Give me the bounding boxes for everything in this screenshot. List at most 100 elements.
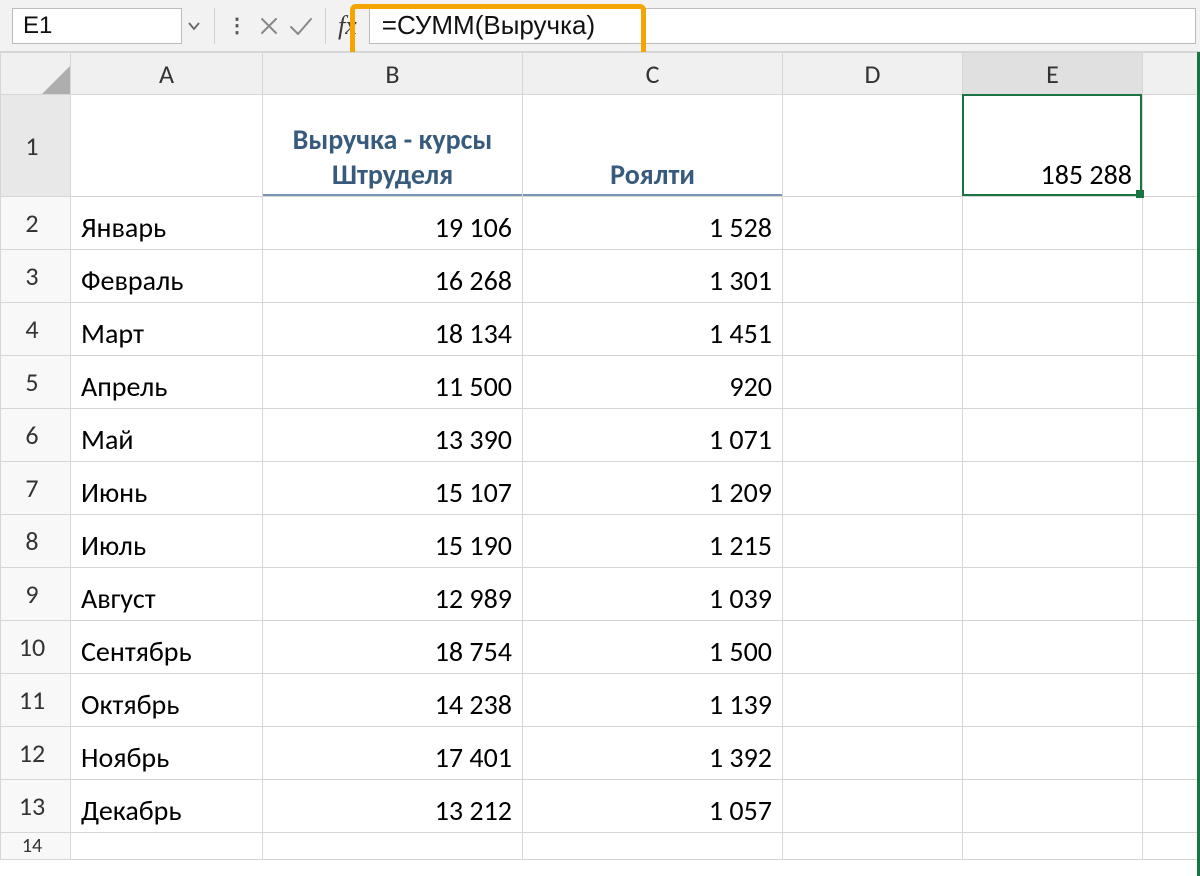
cell-C8[interactable]: 1 215	[523, 515, 783, 568]
cell-D2[interactable]	[783, 197, 963, 250]
cell-E1[interactable]: 185 288	[963, 95, 1143, 197]
cell-F1[interactable]	[1143, 95, 1200, 197]
cell-E9[interactable]	[963, 568, 1143, 621]
col-header-A[interactable]: A	[71, 53, 263, 95]
cell-D4[interactable]	[783, 303, 963, 356]
cell-D1[interactable]	[783, 95, 963, 197]
cell-B10[interactable]: 18 754	[263, 621, 523, 674]
row-header[interactable]: 7	[1, 462, 71, 515]
row-header[interactable]: 2	[1, 197, 71, 250]
cell-B12[interactable]: 17 401	[263, 727, 523, 780]
cell-B9[interactable]: 12 989	[263, 568, 523, 621]
cell-F2[interactable]	[1143, 197, 1200, 250]
cell-D13[interactable]	[783, 780, 963, 833]
cell-D6[interactable]	[783, 409, 963, 462]
cell-F9[interactable]	[1143, 568, 1200, 621]
cell-D3[interactable]	[783, 250, 963, 303]
grid[interactable]: A B C D E 1 Выручка - курсы Штруделя Роя…	[0, 52, 1200, 876]
cell-A4[interactable]: Март	[71, 303, 263, 356]
cancel-button[interactable]	[253, 8, 285, 44]
cell-B8[interactable]: 15 190	[263, 515, 523, 568]
cell-A1[interactable]	[71, 95, 263, 197]
cell-D7[interactable]	[783, 462, 963, 515]
select-all-corner[interactable]	[1, 53, 71, 95]
row-header[interactable]: 8	[1, 515, 71, 568]
row-header[interactable]: 12	[1, 727, 71, 780]
cell-F4[interactable]	[1143, 303, 1200, 356]
cell-D8[interactable]	[783, 515, 963, 568]
cell-A6[interactable]: Май	[71, 409, 263, 462]
cell-B13[interactable]: 13 212	[263, 780, 523, 833]
row-header[interactable]: 14	[1, 833, 71, 860]
cell-B5[interactable]: 11 500	[263, 356, 523, 409]
col-header-C[interactable]: C	[523, 53, 783, 95]
enter-button[interactable]	[285, 8, 317, 44]
row-header[interactable]: 3	[1, 250, 71, 303]
cell-A10[interactable]: Сентябрь	[71, 621, 263, 674]
name-box-dropdown[interactable]	[182, 8, 206, 44]
cell-E8[interactable]	[963, 515, 1143, 568]
row-header[interactable]: 10	[1, 621, 71, 674]
cell-E4[interactable]	[963, 303, 1143, 356]
cell-C4[interactable]: 1 451	[523, 303, 783, 356]
col-header-B[interactable]: B	[263, 53, 523, 95]
cell-B1[interactable]: Выручка - курсы Штруделя	[263, 95, 523, 197]
row-header[interactable]: 6	[1, 409, 71, 462]
row-header[interactable]: 4	[1, 303, 71, 356]
cell-E11[interactable]	[963, 674, 1143, 727]
cell-E3[interactable]	[963, 250, 1143, 303]
row-header[interactable]: 1	[1, 95, 71, 197]
cell-C10[interactable]: 1 500	[523, 621, 783, 674]
cell-E6[interactable]	[963, 409, 1143, 462]
cell-A11[interactable]: Октябрь	[71, 674, 263, 727]
cell-A12[interactable]: Ноябрь	[71, 727, 263, 780]
cell-A7[interactable]: Июнь	[71, 462, 263, 515]
cell-E10[interactable]	[963, 621, 1143, 674]
cell-B11[interactable]: 14 238	[263, 674, 523, 727]
name-box[interactable]	[12, 8, 182, 44]
cell-A2[interactable]: Январь	[71, 197, 263, 250]
cell-A8[interactable]: Июль	[71, 515, 263, 568]
col-header-D[interactable]: D	[783, 53, 963, 95]
cell-C11[interactable]: 1 139	[523, 674, 783, 727]
cell-F12[interactable]	[1143, 727, 1200, 780]
cell-A3[interactable]: Февраль	[71, 250, 263, 303]
cell-E2[interactable]	[963, 197, 1143, 250]
cell-E13[interactable]	[963, 780, 1143, 833]
row-header[interactable]: 9	[1, 568, 71, 621]
cell-D12[interactable]	[783, 727, 963, 780]
cell-F7[interactable]	[1143, 462, 1200, 515]
cell-F3[interactable]	[1143, 250, 1200, 303]
cell-A13[interactable]: Декабрь	[71, 780, 263, 833]
cell-C5[interactable]: 920	[523, 356, 783, 409]
row-header[interactable]: 5	[1, 356, 71, 409]
row-header[interactable]: 13	[1, 780, 71, 833]
cell-A5[interactable]: Апрель	[71, 356, 263, 409]
col-header-next[interactable]	[1143, 53, 1200, 95]
cell-F5[interactable]	[1143, 356, 1200, 409]
cell-D9[interactable]	[783, 568, 963, 621]
cell-F10[interactable]	[1143, 621, 1200, 674]
cell-E7[interactable]	[963, 462, 1143, 515]
cell-D11[interactable]	[783, 674, 963, 727]
col-header-E[interactable]: E	[963, 53, 1143, 95]
cell-B7[interactable]: 15 107	[263, 462, 523, 515]
cell-C7[interactable]: 1 209	[523, 462, 783, 515]
cell-D10[interactable]	[783, 621, 963, 674]
fx-icon[interactable]: fx	[338, 11, 357, 41]
row-header[interactable]: 11	[1, 674, 71, 727]
sheet-table[interactable]: A B C D E 1 Выручка - курсы Штруделя Роя…	[0, 52, 1200, 860]
cell-B6[interactable]: 13 390	[263, 409, 523, 462]
cell-E5[interactable]	[963, 356, 1143, 409]
cell-C1[interactable]: Роялти	[523, 95, 783, 197]
cell-B2[interactable]: 19 106	[263, 197, 523, 250]
cell-D5[interactable]	[783, 356, 963, 409]
cell-F6[interactable]	[1143, 409, 1200, 462]
cell-E12[interactable]	[963, 727, 1143, 780]
cell-C3[interactable]: 1 301	[523, 250, 783, 303]
formula-input[interactable]	[369, 8, 1196, 44]
cell-F11[interactable]	[1143, 674, 1200, 727]
cell-C2[interactable]: 1 528	[523, 197, 783, 250]
cell-C13[interactable]: 1 057	[523, 780, 783, 833]
cell-F13[interactable]	[1143, 780, 1200, 833]
